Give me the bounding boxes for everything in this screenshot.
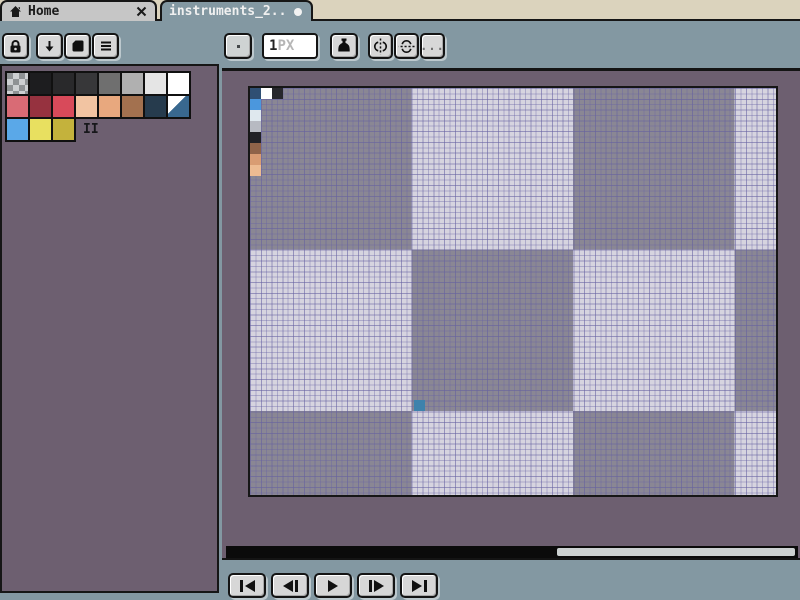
canvas-panel (222, 68, 800, 560)
sprite-pixel (250, 88, 261, 99)
brush-size-input[interactable]: 1 PX (262, 33, 318, 59)
tab-home[interactable]: Home (0, 0, 157, 21)
palette-swatch[interactable] (51, 94, 76, 119)
dot-icon (237, 45, 240, 48)
palette-swatch[interactable] (97, 71, 122, 96)
symmetry-vertical-button[interactable] (368, 33, 393, 59)
palette-swatch[interactable] (5, 94, 30, 119)
download-button[interactable] (36, 33, 63, 59)
palette-swatch[interactable] (5, 117, 30, 142)
sprite-pixel (250, 154, 261, 165)
last-frame-icon (412, 580, 422, 592)
palette-swatch[interactable] (74, 71, 99, 96)
brush-size-value: 1 (269, 38, 277, 54)
palette-panel: II (0, 64, 219, 593)
palette-swatch[interactable] (97, 94, 122, 119)
unsaved-dot-icon (294, 8, 302, 16)
pixel-grid-overlay (250, 88, 776, 495)
sprite-pixel (250, 165, 261, 176)
palette-swatch[interactable] (143, 71, 168, 96)
symmetry-horizontal-icon (398, 38, 415, 55)
sprite-pixel (250, 143, 261, 154)
close-icon[interactable] (134, 5, 148, 19)
more-options-button[interactable]: ... (420, 33, 445, 59)
palette-swatch[interactable] (28, 71, 53, 96)
palette-swatch[interactable] (120, 94, 145, 119)
sprite-pixel (261, 88, 272, 99)
color-palette: II (5, 71, 189, 140)
playback-last-frame-button[interactable] (400, 573, 438, 598)
tab-document-label: instruments_2.. (169, 4, 286, 19)
ellipsis-icon: ... (420, 43, 445, 49)
palette-swatch[interactable] (28, 94, 53, 119)
sprite-pixel (414, 400, 425, 411)
palette-swatch[interactable] (143, 94, 168, 119)
sprite-pixel (250, 121, 261, 132)
tab-home-label: Home (28, 4, 59, 19)
palette-swatch[interactable] (74, 94, 99, 119)
menu-button[interactable] (92, 33, 119, 59)
ink-bottle-icon (335, 37, 353, 55)
palette-swatch[interactable] (28, 117, 53, 142)
sprite-pixel (250, 132, 261, 143)
palette-swatch[interactable] (51, 117, 76, 142)
palette-swatch[interactable] (51, 71, 76, 96)
file-icon (71, 39, 85, 53)
menu-icon (100, 40, 112, 52)
palette-swatch[interactable] (166, 94, 191, 119)
playback-previous-frame-button[interactable] (271, 573, 309, 598)
first-frame-icon (240, 580, 243, 592)
home-icon (9, 5, 22, 18)
palette-cursor: II (83, 122, 99, 137)
palette-swatch[interactable] (120, 71, 145, 96)
previous-frame-icon (283, 580, 293, 592)
lock-button[interactable] (2, 33, 29, 59)
horizontal-scrollbar-track[interactable] (226, 546, 798, 558)
playback-first-frame-button[interactable] (228, 573, 266, 598)
sprite-pixel (272, 88, 283, 99)
horizontal-scrollbar-thumb[interactable] (557, 548, 795, 556)
palette-swatch[interactable] (166, 71, 191, 96)
arrow-down-icon (43, 40, 56, 53)
symmetry-vertical-icon (372, 38, 389, 55)
sprite-canvas[interactable] (248, 86, 778, 497)
playback-next-frame-button[interactable] (357, 573, 395, 598)
file-button[interactable] (64, 33, 91, 59)
playback-play-button[interactable] (314, 573, 352, 598)
sprite-pixel (250, 110, 261, 121)
brush-size-unit: PX (277, 38, 294, 54)
palette-swatch[interactable] (5, 71, 30, 96)
ink-button[interactable] (330, 33, 358, 59)
symmetry-horizontal-button[interactable] (394, 33, 419, 59)
next-frame-icon (369, 580, 372, 592)
brush-preview-button[interactable] (224, 33, 252, 59)
tab-document[interactable]: instruments_2.. (160, 0, 313, 21)
sprite-pixel (250, 99, 261, 110)
play-icon (328, 580, 338, 592)
lock-icon (8, 39, 23, 54)
